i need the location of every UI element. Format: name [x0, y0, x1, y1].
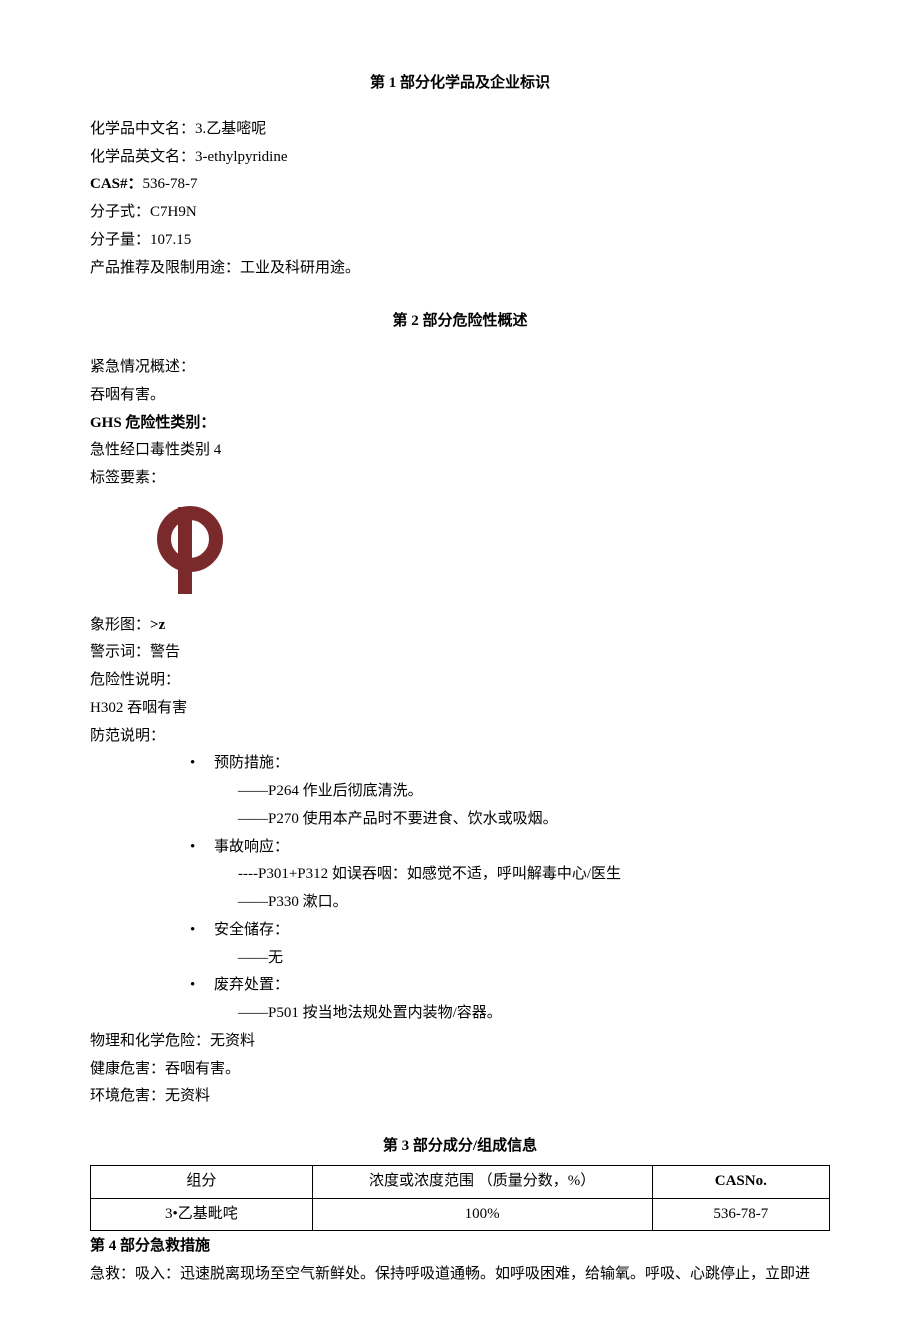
formula-label: 分子式： — [90, 204, 150, 220]
phys-row: 物理和化学危险：无资料 — [90, 1028, 830, 1056]
name-en-label: 化学品英文名： — [90, 149, 195, 165]
prevention-heading: • 预防措施： — [190, 750, 830, 778]
inhale-label: 吸入： — [135, 1266, 180, 1282]
response-item-2: ——P330 漱口。 — [238, 889, 830, 917]
cell-cas: 536-78-7 — [652, 1198, 829, 1231]
prevention-item-1: ——P264 作业后彻底清洗。 — [238, 778, 830, 806]
env-row: 环境危害：无资料 — [90, 1083, 830, 1111]
first-aid-row: 急救：吸入：迅速脱离现场至空气新鲜处。保持呼吸道通畅。如呼吸困难，给输氧。呼吸、… — [90, 1261, 830, 1289]
signal-row: 警示词：警告 — [90, 639, 830, 667]
label-elements: 标签要素： — [90, 465, 830, 493]
cell-component: 3•乙基毗咤 — [91, 1198, 313, 1231]
response-heading: • 事故响应： — [190, 834, 830, 862]
bullet-icon: • — [190, 917, 214, 945]
section3-title: 第 3 部分成分/组成信息 — [90, 1133, 830, 1161]
disposal-item-1: ——P501 按当地法规处置内装物/容器。 — [238, 1000, 830, 1028]
cas-value: 536-78-7 — [143, 176, 198, 192]
cas-row: CAS#：536-78-7 — [90, 171, 830, 199]
pictogram-text: >z — [150, 617, 165, 633]
storage-heading: • 安全储存： — [190, 917, 830, 945]
precaution-label: 防范说明： — [90, 723, 830, 751]
table-header-row: 组分 浓度或浓度范围 （质量分数，%） CASNo. — [91, 1165, 830, 1198]
section2-title: 第 2 部分危险性概述 — [90, 308, 830, 336]
response-heading-text: 事故响应： — [214, 834, 289, 862]
storage-item-1: ——无 — [238, 945, 830, 973]
pictogram-row: 象形图：>z — [90, 612, 830, 640]
phys-text: 无资料 — [210, 1033, 255, 1049]
hazard-text: H302 吞咽有害 — [90, 695, 830, 723]
disposal-heading-text: 废弃处置： — [214, 972, 289, 1000]
section1-title: 第 1 部分化学品及企业标识 — [90, 70, 830, 98]
signal-label: 警示词： — [90, 644, 150, 660]
hazard-label: 危险性说明： — [90, 667, 830, 695]
name-cn-row: 化学品中文名：3.乙基嘧呢 — [90, 116, 830, 144]
section4-title: 第 4 部分急救措施 — [90, 1233, 830, 1261]
response-item-1: ----P301+P312 如误吞咽：如感觉不适，呼叫解毒中心/医生 — [238, 861, 830, 889]
use-label: 产品推荐及限制用途： — [90, 260, 240, 276]
cas-label: CAS#： — [90, 176, 143, 192]
cell-concentration: 100% — [312, 1198, 652, 1231]
header-component: 组分 — [91, 1165, 313, 1198]
emergency-text: 吞咽有害。 — [90, 382, 830, 410]
env-text: 无资料 — [165, 1088, 210, 1104]
first-aid-label: 急救： — [90, 1266, 135, 1282]
emergency-label: 紧急情况概述： — [90, 354, 830, 382]
disposal-heading: • 废弃处置： — [190, 972, 830, 1000]
ghs-text: 急性经口毒性类别 4 — [90, 437, 830, 465]
bullet-icon: • — [190, 750, 214, 778]
use-row: 产品推荐及限制用途：工业及科研用途。 — [90, 255, 830, 283]
pictogram-icon — [140, 499, 830, 610]
use-value: 工业及科研用途。 — [240, 260, 360, 276]
name-en-value: 3-ethylpyridine — [195, 149, 287, 165]
bullet-icon: • — [190, 834, 214, 862]
formula-value: C7H9N — [150, 204, 197, 220]
name-cn-value: 3.乙基嘧呢 — [195, 121, 266, 137]
phys-label: 物理和化学危险： — [90, 1033, 210, 1049]
env-label: 环境危害： — [90, 1088, 165, 1104]
prevention-item-2: ——P270 使用本产品时不要进食、饮水或吸烟。 — [238, 806, 830, 834]
bullet-icon: • — [190, 972, 214, 1000]
pictogram-label: 象形图： — [90, 617, 150, 633]
storage-heading-text: 安全储存： — [214, 917, 289, 945]
header-concentration: 浓度或浓度范围 （质量分数，%） — [312, 1165, 652, 1198]
health-row: 健康危害：吞咽有害。 — [90, 1056, 830, 1084]
header-cas: CASNo. — [652, 1165, 829, 1198]
name-cn-label: 化学品中文名： — [90, 121, 195, 137]
prevention-heading-text: 预防措施： — [214, 750, 289, 778]
composition-table: 组分 浓度或浓度范围 （质量分数，%） CASNo. 3•乙基毗咤 100% 5… — [90, 1165, 830, 1232]
health-label: 健康危害： — [90, 1061, 165, 1077]
health-text: 吞咽有害。 — [165, 1061, 240, 1077]
ghs-label: GHS 危险性类别： — [90, 410, 830, 438]
table-row: 3•乙基毗咤 100% 536-78-7 — [91, 1198, 830, 1231]
mw-value: 107.15 — [150, 232, 191, 248]
inhale-text: 迅速脱离现场至空气新鲜处。保持呼吸道通畅。如呼吸困难，给输氧。呼吸、心跳停止，立… — [180, 1266, 810, 1282]
mw-label: 分子量： — [90, 232, 150, 248]
formula-row: 分子式：C7H9N — [90, 199, 830, 227]
name-en-row: 化学品英文名：3-ethylpyridine — [90, 144, 830, 172]
mw-row: 分子量：107.15 — [90, 227, 830, 255]
signal-value: 警告 — [150, 644, 180, 660]
